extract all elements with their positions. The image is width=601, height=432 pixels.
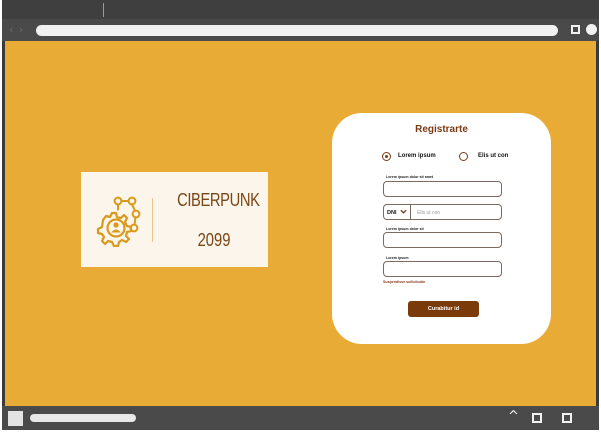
registration-form: Registrarte Lorem ipsum Elis ut con Lore… — [332, 113, 551, 344]
field1-label: Lorem ipsum dolor sit amet — [386, 175, 434, 179]
field3-input[interactable] — [383, 261, 502, 277]
logo-title: CIBERPUNK — [177, 190, 260, 210]
square-icon[interactable] — [532, 413, 542, 423]
field3-label: Lorem ipsum — [386, 256, 409, 260]
chevron-down-icon — [400, 209, 407, 214]
logo-subtitle: 2099 — [197, 230, 231, 250]
submit-button[interactable]: Curabitur id — [408, 301, 479, 317]
square-icon[interactable] — [8, 411, 23, 426]
logo-divider — [152, 198, 153, 242]
horizontal-scrollbar[interactable] — [30, 414, 136, 422]
id-type-value: DNI — [387, 210, 397, 216]
id-type-select[interactable]: DNI — [383, 204, 410, 220]
form-title: Registrarte — [415, 124, 468, 135]
tab-separator — [103, 3, 104, 17]
radio-option-2-label: Elis ut con — [478, 153, 509, 159]
field2-input[interactable] — [383, 232, 502, 248]
square-icon[interactable] — [562, 413, 572, 423]
browser-window: ‹ › CIBERPUNK 2099 Registrarte Lorem ips… — [0, 0, 601, 432]
address-bar[interactable] — [36, 25, 558, 36]
logo-card: CIBERPUNK 2099 — [81, 172, 268, 267]
chevron-up-icon[interactable]: ^ — [508, 409, 519, 424]
radio-option-1-label: Lorem ipsum — [398, 153, 436, 159]
id-number-input[interactable]: Elis ut con — [410, 204, 502, 220]
address-toolbar: ‹ › — [2, 19, 599, 41]
radio-option-1[interactable] — [382, 152, 391, 161]
circle-icon[interactable] — [586, 24, 597, 35]
field2-label: Lorem ipsum dolor sit — [386, 227, 424, 231]
square-icon[interactable] — [571, 25, 580, 34]
tab-strip — [2, 0, 599, 19]
gear-network-user-icon — [96, 196, 141, 247]
bottom-toolbar: ^ — [2, 406, 599, 430]
id-number-placeholder: Elis ut con — [417, 210, 441, 216]
back-forward-arrows-icon[interactable]: ‹ › — [9, 23, 24, 36]
field1-input[interactable] — [383, 181, 502, 197]
radio-option-2[interactable] — [459, 152, 468, 161]
helper-text: Suspendisse sollicitudin — [383, 280, 426, 284]
